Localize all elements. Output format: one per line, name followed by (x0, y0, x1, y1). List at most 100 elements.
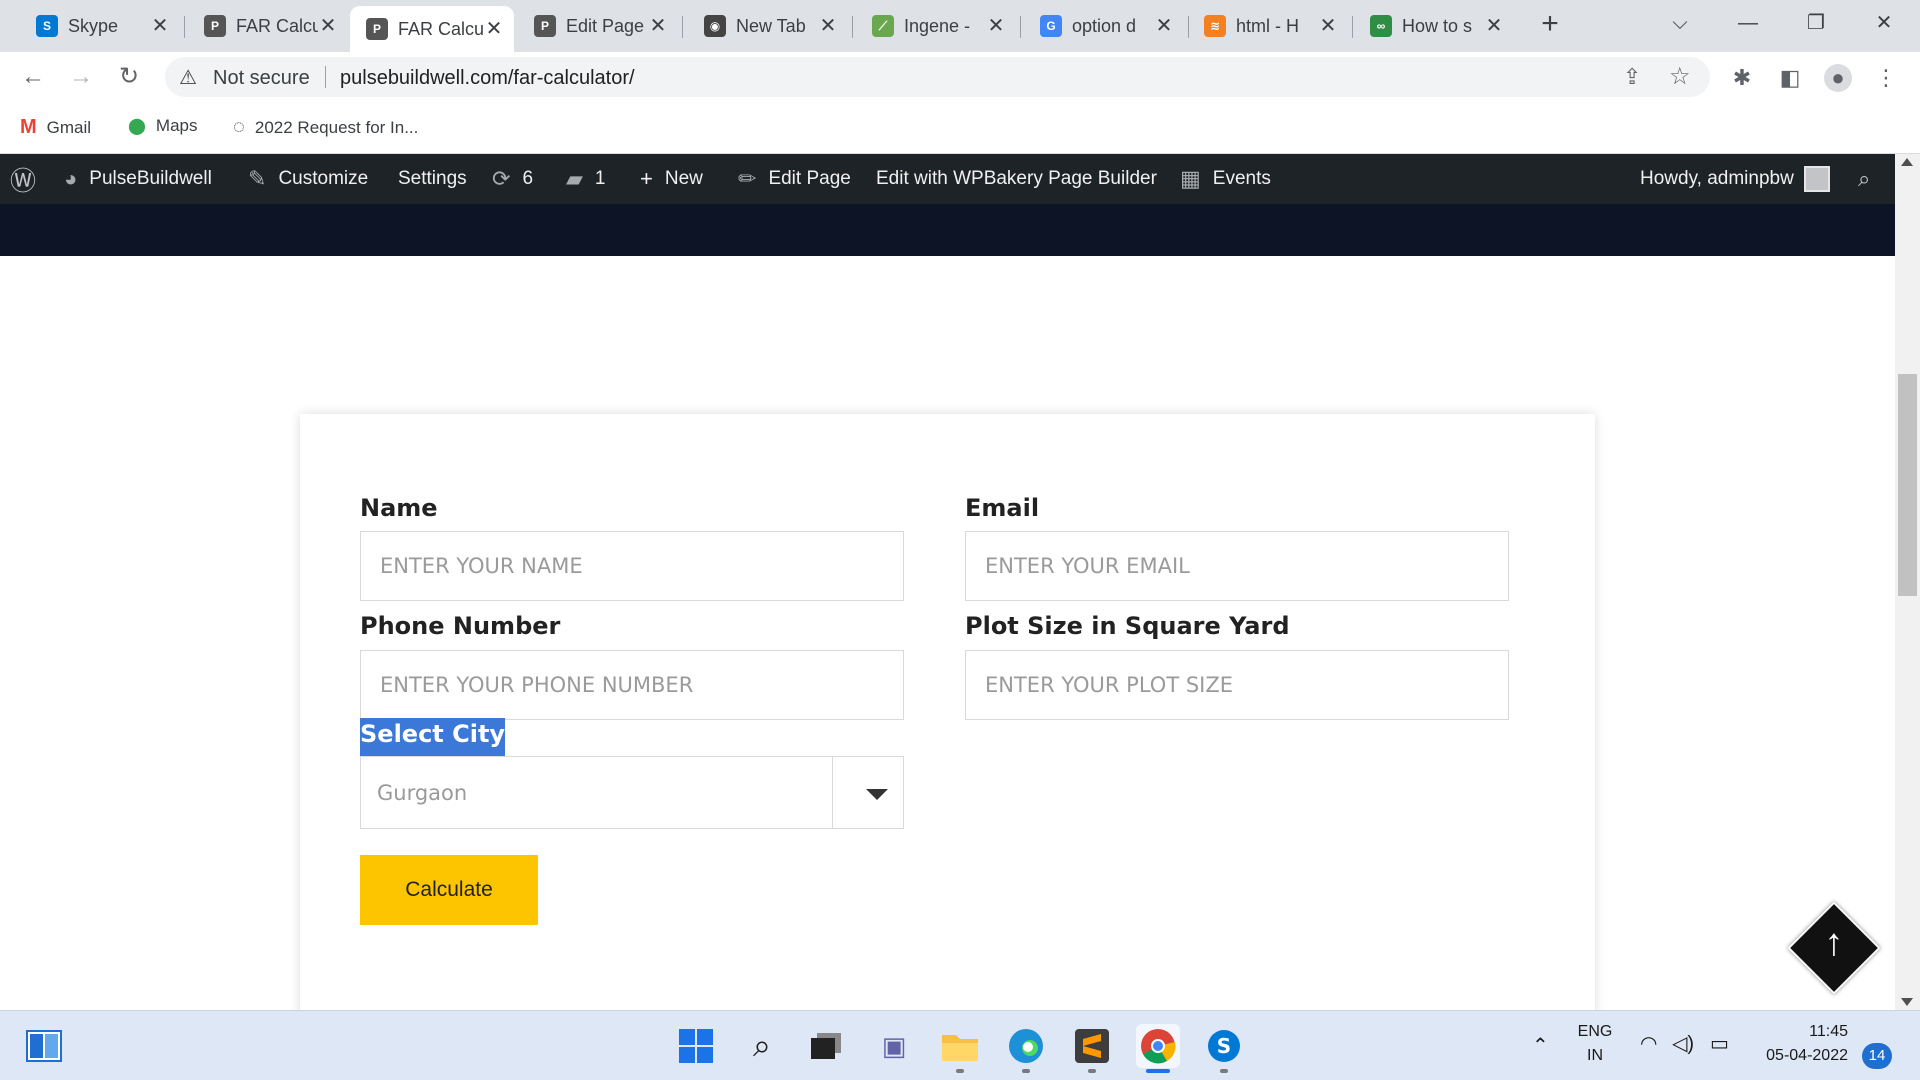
plot-size-input[interactable] (965, 650, 1509, 720)
tray-overflow-chevron-icon[interactable]: ⌃ (1532, 1033, 1549, 1058)
wordpress-logo-icon[interactable]: Ⓦ (10, 154, 48, 204)
tab-close-icon[interactable]: ✕ (986, 16, 1006, 36)
file-explorer-icon[interactable] (938, 1024, 982, 1068)
admin-customize-label: Customize (278, 168, 369, 189)
notification-badge[interactable]: 14 (1862, 1043, 1892, 1069)
bookmark-star-icon[interactable]: ☆ (1669, 62, 1691, 91)
browser-tab[interactable]: Goption d ✕ (1024, 8, 1184, 44)
url-text[interactable]: pulsebuildwell.com/far-calculator/ (340, 67, 635, 90)
plus-icon: + (640, 166, 653, 191)
address-bar[interactable]: ⚠ Not secure pulsebuildwell.com/far-calc… (165, 57, 1710, 97)
region-indicator[interactable]: IN (1572, 1047, 1618, 1065)
scroll-to-top-button[interactable]: ↑ (1787, 901, 1881, 995)
search-icon[interactable]: ⌕ (740, 1024, 784, 1068)
battery-icon[interactable]: ▭ (1710, 1031, 1729, 1056)
language-indicator[interactable]: ENG (1572, 1023, 1618, 1041)
skype-taskbar-icon[interactable]: S (1202, 1024, 1246, 1068)
tab-close-icon[interactable]: ✕ (1154, 16, 1174, 36)
tab-close-icon[interactable]: ✕ (818, 16, 838, 36)
tab-favicon-icon: S (36, 15, 58, 37)
name-input[interactable] (360, 531, 904, 601)
tab-close-icon[interactable]: ✕ (1484, 16, 1504, 36)
tab-separator (852, 16, 853, 38)
admin-wpbakery-label: Edit with WPBakery Page Builder (876, 168, 1157, 189)
profile-avatar-icon[interactable]: ● (1824, 64, 1852, 92)
chrome-menu-icon[interactable]: ⋮ (1872, 64, 1900, 92)
admin-customize[interactable]: ✎ Customize (248, 154, 368, 204)
tab-favicon-icon: ⟋ (872, 15, 894, 37)
scrollbar-thumb[interactable] (1898, 374, 1917, 596)
teams-chat-icon[interactable]: ▣ (872, 1024, 916, 1068)
edge-browser-icon[interactable] (1004, 1024, 1048, 1068)
restore-icon[interactable]: ❐ (1796, 8, 1836, 38)
bookmark-request[interactable]: ◌ 2022 Request for In... (233, 116, 418, 139)
page-scrollbar[interactable] (1895, 154, 1920, 1010)
browser-tab[interactable]: ⟋ Ingene - ✕ (856, 8, 1016, 44)
tab-close-icon[interactable]: ✕ (484, 19, 504, 39)
scroll-up-icon[interactable] (1901, 158, 1913, 166)
admin-edit-page[interactable]: ✏ Edit Page (738, 154, 851, 204)
running-indicator (1022, 1069, 1030, 1073)
task-view-icon[interactable] (804, 1024, 848, 1068)
share-icon[interactable]: ⇪ (1623, 64, 1641, 90)
tab-close-icon[interactable]: ✕ (318, 16, 338, 36)
windows-start-icon[interactable] (674, 1024, 718, 1068)
security-label[interactable]: Not secure (213, 67, 310, 90)
sublime-text-icon[interactable] (1070, 1024, 1114, 1068)
admin-events-label: Events (1212, 168, 1271, 189)
browser-tab[interactable]: ∞ How to s ✕ (1354, 8, 1514, 44)
tab-favicon-icon: P (366, 18, 388, 40)
browser-tab[interactable]: P FAR Calcu ✕ (188, 8, 348, 44)
close-window-icon[interactable]: ✕ (1864, 8, 1904, 38)
comments-count: 1 (594, 168, 606, 189)
browser-tab[interactable]: ◉ New Tab ✕ (688, 8, 848, 44)
volume-icon[interactable]: ◁) (1672, 1031, 1694, 1056)
wifi-icon[interactable]: ◠ (1640, 1031, 1657, 1056)
browser-tab[interactable]: P Edit Page ✕ (518, 8, 678, 44)
clock-time[interactable]: 11:45 (1752, 1023, 1848, 1041)
browser-tab[interactable]: P FAR Calcu ✕ (350, 6, 514, 52)
admin-site-label: PulseBuildwell (89, 168, 212, 189)
warning-icon[interactable]: ⚠ (179, 65, 197, 90)
pencil-icon: ✏ (738, 166, 757, 191)
browser-tab[interactable]: ≋ html - H ✕ (1188, 8, 1348, 44)
new-tab-button[interactable]: + (1535, 9, 1565, 40)
widgets-icon[interactable] (22, 1024, 66, 1068)
admin-site-name[interactable]: ◕ PulseBuildwell (64, 154, 212, 204)
calculate-button[interactable]: Calculate (360, 855, 538, 925)
scroll-down-icon[interactable] (1901, 998, 1913, 1006)
tab-search-chevron-icon[interactable]: ⌵ (1660, 8, 1700, 38)
tab-title: option d (1072, 15, 1137, 36)
forward-arrow-icon[interactable]: → (66, 62, 96, 92)
admin-settings[interactable]: Settings (398, 154, 467, 204)
city-select[interactable]: Gurgaon (360, 756, 904, 829)
far-calculator-form: Name Email Phone Number Plot Size in Squ… (300, 414, 1595, 1010)
admin-new[interactable]: + New (640, 154, 703, 204)
admin-search-icon[interactable]: ⌕ (1858, 154, 1870, 204)
active-indicator (1146, 1069, 1170, 1073)
browser-tab[interactable]: S Skype ✕ (20, 8, 180, 44)
admin-settings-label: Settings (398, 168, 467, 189)
tab-close-icon[interactable]: ✕ (648, 16, 668, 36)
admin-updates[interactable]: ⟳ 6 (492, 154, 533, 204)
chrome-taskbar-icon[interactable] (1136, 1024, 1180, 1068)
admin-comments[interactable]: ▰ 1 (566, 154, 606, 204)
tab-favicon-icon: ∞ (1370, 15, 1392, 37)
minimize-icon[interactable]: — (1728, 8, 1768, 38)
tab-close-icon[interactable]: ✕ (1318, 16, 1338, 36)
admin-wpbakery[interactable]: Edit with WPBakery Page Builder (876, 154, 1157, 204)
bookmark-gmail[interactable]: M Gmail (20, 116, 91, 139)
side-panel-icon[interactable]: ◧ (1776, 64, 1804, 92)
tab-close-icon[interactable]: ✕ (150, 16, 170, 36)
phone-input[interactable] (360, 650, 904, 720)
admin-account[interactable]: Howdy, adminpbw (1640, 154, 1830, 204)
email-input[interactable] (965, 531, 1509, 601)
reload-icon[interactable]: ↻ (114, 62, 144, 92)
windows-taskbar: ⌕ ▣ S ⌃ ENG IN ◠ ◁) ▭ 11:45 05-04-2022 1… (0, 1010, 1920, 1080)
admin-events[interactable]: ▦ Events (1180, 154, 1271, 204)
bookmark-maps[interactable]: ⬤ Maps (128, 116, 197, 136)
chevron-down-icon[interactable] (866, 789, 888, 800)
back-arrow-icon[interactable]: ← (18, 62, 48, 92)
extensions-puzzle-icon[interactable]: ✱ (1728, 64, 1756, 92)
clock-date[interactable]: 05-04-2022 (1752, 1047, 1848, 1065)
